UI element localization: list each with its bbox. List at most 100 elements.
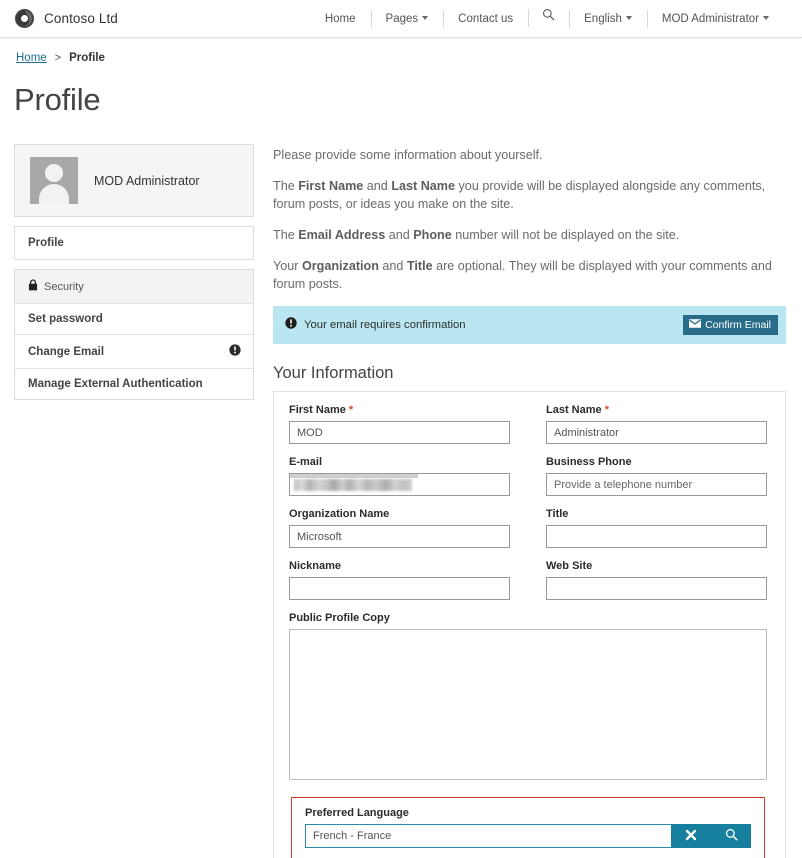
breadcrumb-current: Profile (69, 52, 105, 64)
intro-paragraph-2: The First Name and Last Name you provide… (273, 177, 786, 213)
public-profile-copy-textarea[interactable] (289, 629, 767, 780)
intro-paragraph-1: Please provide some information about yo… (273, 148, 543, 162)
nav-item-mod-administrator-label: MOD Administrator (661, 12, 759, 25)
chevron-down-icon (625, 16, 632, 21)
chevron-down-icon (422, 16, 429, 21)
required-marker: * (348, 404, 354, 416)
intro-p3-c: and (385, 228, 414, 242)
email-redacted-value (294, 479, 412, 491)
intro-p3-phone: Phone (413, 228, 452, 242)
nav-item-home[interactable]: Home (310, 0, 371, 38)
preferred-language-label: Preferred Language (305, 807, 409, 819)
sidebar-item-change-email[interactable]: Change Email (15, 334, 253, 368)
first-name-input[interactable] (289, 421, 510, 444)
sidebar-security-header-label: Security (44, 280, 84, 293)
main-content: Please provide some information about yo… (254, 144, 786, 858)
business-phone-input[interactable] (546, 473, 767, 496)
email-confirmation-alert: Your email requires confirmation Confirm… (273, 306, 786, 344)
intro-p4-a: Your (273, 259, 302, 273)
intro-p4-organization: Organization (301, 259, 379, 273)
field-group-organization-name: Organization Name (289, 508, 510, 548)
first-name-label-text: First Name (289, 404, 346, 416)
required-marker: * (604, 404, 609, 416)
public-profile-copy-label: Public Profile Copy (289, 612, 390, 624)
sidebar-security-header: Security (15, 270, 253, 303)
sidebar-item-set-password[interactable]: Set password (15, 303, 253, 334)
search-icon (725, 828, 738, 844)
nav-item-search[interactable] (528, 0, 569, 38)
sidebar-item-manage-external-authentication[interactable]: Manage External Authentication (15, 368, 253, 399)
organization-name-input[interactable] (289, 525, 510, 548)
search-icon (542, 0, 555, 37)
first-name-label: First Name * (289, 404, 510, 416)
nav-item-contact-us[interactable]: Contact us (443, 0, 528, 38)
field-group-title: Title (546, 508, 767, 548)
breadcrumb-home-link[interactable]: Home (16, 52, 47, 64)
preferred-language-clear-button[interactable] (671, 824, 711, 848)
form-row-email-phone: E-mail Business Phone (289, 456, 767, 496)
contoso-swirl-logo-icon (14, 8, 35, 29)
field-group-last-name: Last Name * (546, 404, 767, 444)
breadcrumb: Home > Profile (0, 38, 802, 64)
intro-text: Please provide some information about yo… (273, 146, 786, 293)
email-input[interactable] (289, 473, 510, 496)
form-row-public-profile-copy: Public Profile Copy (289, 612, 767, 785)
nav-item-english-label: English (584, 12, 622, 25)
brand-link[interactable]: Contoso Ltd (14, 8, 118, 29)
confirm-email-button-label: Confirm Email (705, 319, 771, 331)
nickname-input[interactable] (289, 577, 510, 600)
sidebar-profile-nav: Profile (14, 226, 254, 260)
intro-p2-a: The (273, 179, 299, 193)
web-site-input[interactable] (546, 577, 767, 600)
sidebar-security-nav: Security Set password Change Email Manag… (14, 269, 254, 400)
email-label: E-mail (289, 456, 323, 468)
form-row-names: First Name * Last Name * (289, 404, 767, 444)
nickname-label: Nickname (289, 560, 341, 572)
contoso-swirl-logo-svg (14, 8, 35, 29)
sidebar: MOD Administrator Profile Security Set p… (14, 144, 254, 400)
preferred-language-input[interactable] (305, 824, 671, 848)
navbar-menu: Home Pages Contact us English MOD Admini… (310, 0, 788, 37)
title-label: Title (546, 508, 569, 520)
page-layout: MOD Administrator Profile Security Set p… (0, 118, 802, 858)
lock-icon (28, 279, 38, 294)
nav-item-pages[interactable]: Pages (370, 0, 444, 38)
intro-p3-d: number will not be displayed on the site… (451, 228, 680, 242)
web-site-label: Web Site (546, 560, 593, 572)
intro-p4-c: and (378, 259, 407, 273)
intro-paragraph-3: The Email Address and Phone number will … (273, 226, 786, 244)
top-navigation-bar: Contoso Ltd Home Pages Contact us Englis… (0, 0, 802, 38)
info-circle-icon (229, 344, 241, 359)
confirm-email-button[interactable]: Confirm Email (683, 315, 778, 335)
last-name-label: Last Name * (546, 404, 767, 416)
organization-name-label: Organization Name (289, 508, 390, 520)
preferred-language-search-button[interactable] (711, 824, 751, 848)
sidebar-item-change-email-label: Change Email (28, 345, 105, 358)
alert-message: Your email requires confirmation (304, 319, 466, 331)
breadcrumb-separator: > (54, 52, 62, 64)
sidebar-item-profile[interactable]: Profile (14, 226, 254, 260)
field-group-public-profile-copy: Public Profile Copy (289, 612, 767, 785)
envelope-icon (689, 319, 702, 331)
field-group-first-name: First Name * (289, 404, 510, 444)
brand-name: Contoso Ltd (44, 11, 118, 26)
field-group-email: E-mail (289, 456, 510, 496)
profile-form: First Name * Last Name * E-mail (273, 392, 786, 858)
sidebar-profile-card: MOD Administrator (14, 144, 254, 217)
chevron-down-icon (763, 16, 769, 21)
clear-x-icon (685, 829, 697, 844)
nav-item-contact-us-label: Contact us (458, 12, 514, 25)
sidebar-item-set-password-label: Set password (28, 313, 103, 325)
exclamation-circle-icon (285, 316, 297, 334)
preferred-language-buttons (671, 824, 751, 848)
field-group-web-site: Web Site (546, 560, 767, 600)
sidebar-item-manage-external-authentication-label: Manage External Authentication (28, 378, 203, 390)
last-name-input[interactable] (546, 421, 767, 444)
title-input[interactable] (546, 525, 767, 548)
sidebar-item-profile-label: Profile (28, 237, 64, 249)
nav-item-english[interactable]: English (569, 0, 647, 38)
nav-item-mod-administrator[interactable]: MOD Administrator (646, 0, 784, 38)
nav-item-home-label: Home (324, 12, 356, 25)
field-group-business-phone: Business Phone (546, 456, 767, 496)
form-row-nickname-website: Nickname Web Site (289, 560, 767, 600)
